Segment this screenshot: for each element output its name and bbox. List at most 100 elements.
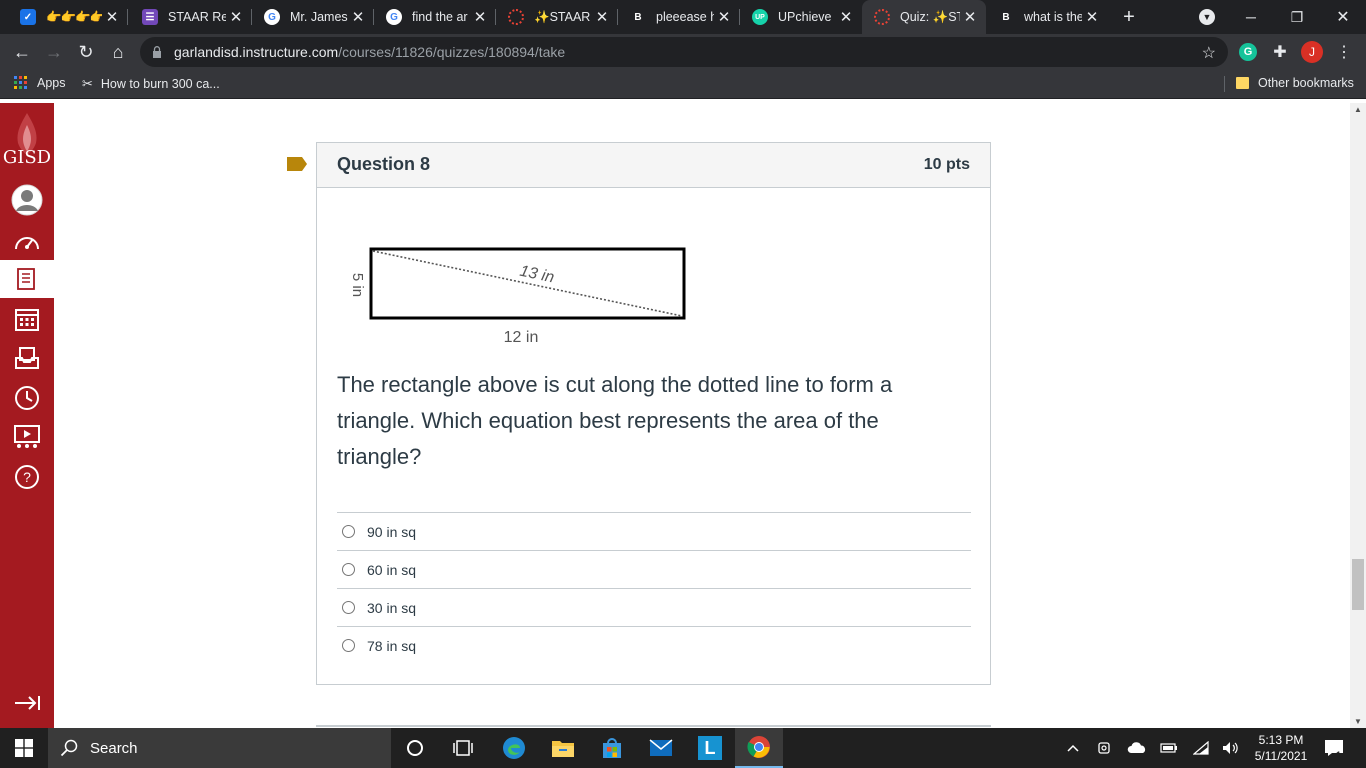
tab-quiz-active[interactable]: Quiz: ✨ST ✕ xyxy=(862,0,986,34)
tab-title: Quiz: ✨ST xyxy=(900,9,960,24)
notification-count: 1 xyxy=(1336,750,1342,760)
close-tab-icon[interactable]: ✕ xyxy=(592,8,612,26)
apps-grid-icon xyxy=(14,76,27,89)
extension-icon: ✓ xyxy=(20,9,36,25)
tool-icon: ✂ xyxy=(82,76,93,91)
tab-brainly-what-is[interactable]: B what is the ✕ xyxy=(986,0,1108,34)
minimize-button[interactable]: ─ xyxy=(1228,0,1274,34)
notifications-icon[interactable]: 1 xyxy=(1322,728,1346,768)
answer-option[interactable]: 60 in sq xyxy=(337,550,971,588)
brainly-icon: B xyxy=(1002,11,1010,23)
global-nav-sidebar: GISD ? xyxy=(0,103,54,728)
question-text: The rectangle above is cut along the dot… xyxy=(337,372,893,469)
tab-find-the-area[interactable]: G find the ar ✕ xyxy=(374,0,496,34)
profile-avatar[interactable]: J xyxy=(1298,38,1326,66)
dashboard-icon[interactable] xyxy=(7,224,47,260)
other-bookmarks[interactable]: Other bookmarks xyxy=(1236,76,1354,90)
courses-icon[interactable] xyxy=(0,260,54,298)
page-scrollbar[interactable]: ▲ ▼ xyxy=(1350,103,1366,728)
answer-label: 30 in sq xyxy=(367,599,417,616)
gisd-logo[interactable]: GISD xyxy=(0,111,54,171)
tab-brainly-pleeease[interactable]: B pleeease h ✕ xyxy=(618,0,740,34)
tab-mr-james[interactable]: G Mr. James ✕ xyxy=(252,0,374,34)
taskbar-search[interactable]: Search xyxy=(48,728,391,768)
radio-button[interactable] xyxy=(342,525,355,538)
question-box: Question 8 10 pts 13 in 5 in 12 in The r… xyxy=(316,142,991,685)
bookmark-label: How to burn 300 ca... xyxy=(100,77,220,91)
inbox-icon[interactable] xyxy=(7,340,47,376)
bookmark-star-icon[interactable]: ☆ xyxy=(1202,43,1216,63)
task-view-icon[interactable] xyxy=(439,728,487,768)
next-question-border xyxy=(316,725,991,727)
answer-label: 90 in sq xyxy=(367,523,417,540)
restore-button[interactable]: ❐ xyxy=(1274,0,1320,34)
radio-button[interactable] xyxy=(342,563,355,576)
radio-button[interactable] xyxy=(342,639,355,652)
close-tab-icon[interactable]: ✕ xyxy=(226,8,246,26)
close-tab-icon[interactable]: ✕ xyxy=(470,8,490,26)
question-points: 10 pts xyxy=(923,156,970,173)
extensions-puzzle-icon[interactable]: ✚ xyxy=(1266,38,1294,66)
back-button[interactable]: ← xyxy=(8,38,36,66)
close-tab-icon[interactable]: ✕ xyxy=(714,8,734,26)
meet-now-icon[interactable] xyxy=(1094,728,1116,768)
chrome-taskbar-icon[interactable] xyxy=(735,728,783,768)
tab-search-button[interactable]: ▼ xyxy=(1184,0,1230,34)
answer-option[interactable]: 78 in sq xyxy=(337,626,971,664)
forward-button[interactable]: → xyxy=(40,38,68,66)
help-icon[interactable]: ? xyxy=(7,459,47,495)
new-tab-button[interactable]: + xyxy=(1106,0,1152,34)
apps-label: Apps xyxy=(37,76,66,90)
address-bar[interactable]: garlandisd.instructure.com/courses/11826… xyxy=(140,37,1228,67)
account-icon[interactable] xyxy=(7,182,47,218)
reload-button[interactable]: ↻ xyxy=(72,38,100,66)
studio-icon[interactable] xyxy=(7,419,47,455)
browser-toolbar: ← → ↻ ⌂ garlandisd.instructure.com/cours… xyxy=(0,34,1366,70)
start-button[interactable] xyxy=(0,728,48,768)
edge-icon[interactable] xyxy=(490,728,538,768)
close-tab-icon[interactable]: ✕ xyxy=(1082,8,1102,26)
home-button[interactable]: ⌂ xyxy=(104,38,132,66)
svg-text:?: ? xyxy=(23,469,31,485)
calendar-icon[interactable] xyxy=(7,301,47,337)
tab-upchieve[interactable]: UP UPchieve ✕ xyxy=(740,0,862,34)
volume-icon[interactable] xyxy=(1220,728,1242,768)
brainly-icon: B xyxy=(634,11,642,23)
file-explorer-icon[interactable] xyxy=(539,728,587,768)
system-clock[interactable]: 5:13 PM 5/11/2021 xyxy=(1244,732,1318,764)
close-tab-icon[interactable]: ✕ xyxy=(102,8,122,26)
answer-label: 60 in sq xyxy=(367,561,417,578)
collapse-arrow-icon[interactable] xyxy=(7,685,47,721)
close-tab-icon[interactable]: ✕ xyxy=(348,8,368,26)
chrome-menu-icon[interactable]: ⋮ xyxy=(1330,38,1358,66)
bookmarks-bar: Apps ✂ How to burn 300 ca... Other bookm… xyxy=(0,70,1366,99)
close-tab-icon[interactable]: ✕ xyxy=(960,8,980,26)
answer-option[interactable]: 30 in sq xyxy=(337,588,971,626)
scroll-down-arrow-icon[interactable]: ▼ xyxy=(1354,717,1362,726)
answer-option[interactable]: 90 in sq xyxy=(337,512,971,550)
launcher-l-icon[interactable]: L xyxy=(686,728,734,768)
tab-staar-review[interactable]: ☰ STAAR Rev ✕ xyxy=(130,0,252,34)
close-tab-icon[interactable]: ✕ xyxy=(836,8,856,26)
onedrive-icon[interactable] xyxy=(1126,728,1148,768)
wifi-icon[interactable] xyxy=(1190,728,1212,768)
scrollbar-thumb[interactable] xyxy=(1352,559,1364,610)
scroll-up-arrow-icon[interactable]: ▲ xyxy=(1354,105,1362,114)
tab-title: Mr. James xyxy=(290,10,348,24)
tab-staar[interactable]: ✨STAAR ✕ xyxy=(496,0,618,34)
close-window-button[interactable]: ✕ xyxy=(1320,0,1366,34)
cortana-icon[interactable] xyxy=(391,728,439,768)
radio-button[interactable] xyxy=(342,601,355,614)
history-icon[interactable] xyxy=(7,380,47,416)
grammarly-icon[interactable]: G xyxy=(1234,38,1262,66)
upchieve-icon: UP xyxy=(752,9,768,25)
folder-icon xyxy=(1236,77,1249,89)
tab-title: what is the xyxy=(1024,10,1082,24)
microsoft-store-icon[interactable] xyxy=(588,728,636,768)
bookmark-burn-calories[interactable]: ✂ How to burn 300 ca... xyxy=(82,76,220,92)
mail-icon[interactable] xyxy=(637,728,685,768)
apps-bookmark[interactable]: Apps xyxy=(14,76,66,90)
tab-extension[interactable]: ✓ 👉👉👉👉 ✕ xyxy=(8,0,128,34)
battery-icon[interactable] xyxy=(1158,728,1180,768)
show-hidden-icons[interactable] xyxy=(1062,728,1084,768)
